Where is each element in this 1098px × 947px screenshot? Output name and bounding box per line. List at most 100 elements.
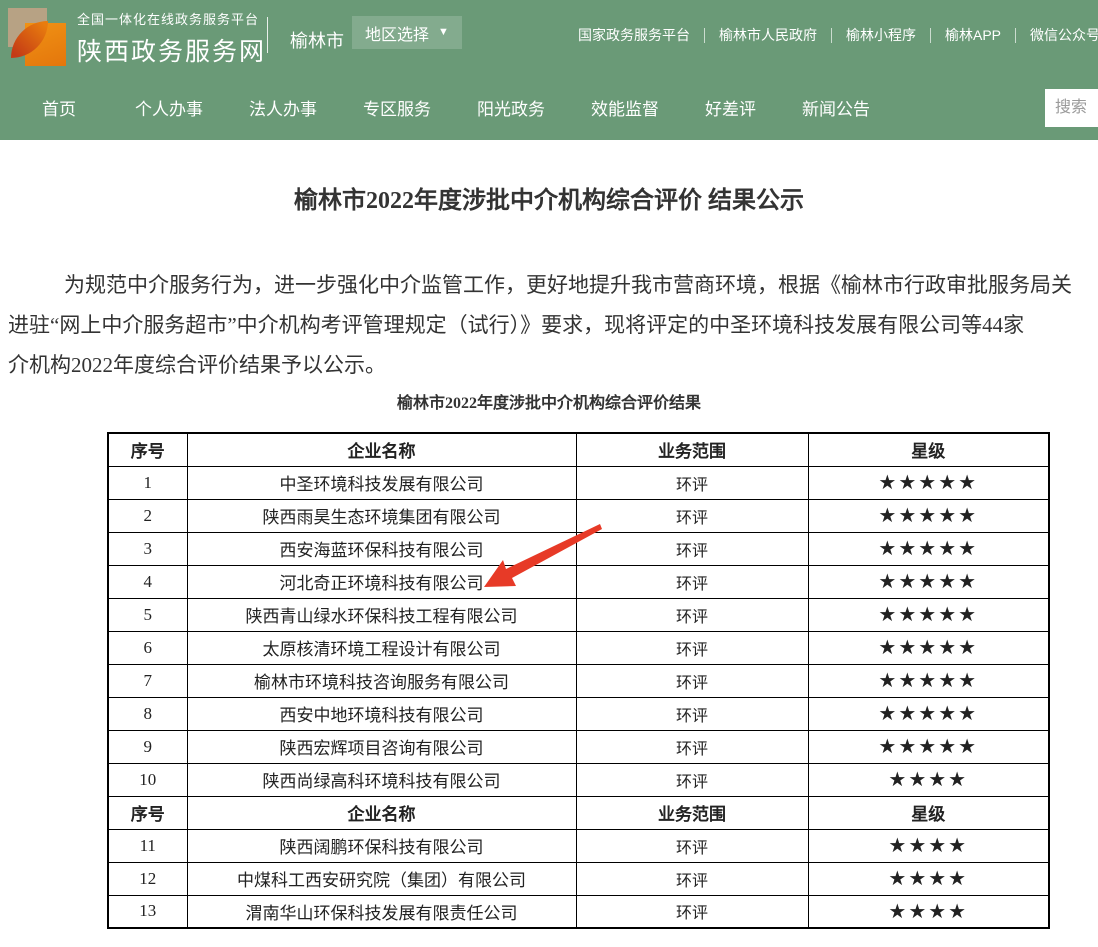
chevron-down-icon: ▼ bbox=[438, 27, 449, 38]
company-name-cell: 陕西青山绿水环保科技工程有限公司 bbox=[187, 598, 576, 631]
business-scope-cell: 环评 bbox=[576, 895, 808, 928]
column-header: 业务范围 bbox=[576, 796, 808, 829]
star-rating-cell: ★★★★★ bbox=[808, 631, 1049, 664]
table-row: 10陕西尚绿高科环境科技有限公司环评★★★★ bbox=[108, 763, 1049, 796]
column-header: 企业名称 bbox=[187, 433, 576, 466]
region-selector-button[interactable]: 地区选择 ▼ bbox=[352, 16, 462, 49]
brand-divider bbox=[267, 17, 268, 53]
star-rating-cell: ★★★★★ bbox=[808, 697, 1049, 730]
company-name-cell: 陕西尚绿高科环境科技有限公司 bbox=[187, 763, 576, 796]
article: 榆林市2022年度涉批中介机构综合评价 结果公示 为规范中介服务行为，进一步强化… bbox=[0, 185, 1098, 929]
row-number-cell: 1 bbox=[108, 466, 187, 499]
business-scope-cell: 环评 bbox=[576, 862, 808, 895]
nav-item[interactable]: 个人办事 bbox=[135, 95, 203, 120]
row-number-cell: 11 bbox=[108, 829, 187, 862]
table-row: 7榆林市环境科技咨询服务有限公司环评★★★★★ bbox=[108, 664, 1049, 697]
nav-item[interactable]: 阳光政务 bbox=[477, 95, 545, 120]
business-scope-cell: 环评 bbox=[576, 763, 808, 796]
star-rating-cell: ★★★★★ bbox=[808, 565, 1049, 598]
top-link[interactable]: 榆林APP bbox=[945, 25, 1001, 45]
site-brand: 全国一体化在线政务服务平台 陕西政务服务网 bbox=[77, 9, 266, 68]
nav-items: 首页 个人办事 法人办事 专区服务 阳光政务 效能监督 好差评 新闻公告 bbox=[42, 95, 870, 120]
star-rating-cell: ★★★★★ bbox=[808, 664, 1049, 697]
current-city-label: 榆林市 bbox=[290, 27, 344, 53]
row-number-cell: 4 bbox=[108, 565, 187, 598]
nav-item[interactable]: 效能监督 bbox=[591, 95, 659, 120]
company-name-cell: 陕西雨昊生态环境集团有限公司 bbox=[187, 499, 576, 532]
business-scope-cell: 环评 bbox=[576, 730, 808, 763]
site-name: 陕西政务服务网 bbox=[77, 32, 266, 68]
company-name-cell: 西安海蓝环保科技有限公司 bbox=[187, 532, 576, 565]
paragraph-line: 为规范中介服务行为，进一步强化中介监管工作，更好地提升我市营商环境，根据《榆林市… bbox=[0, 265, 1098, 305]
nav-item[interactable]: 法人办事 bbox=[249, 95, 317, 120]
region-selector-label: 地区选择 bbox=[365, 21, 429, 45]
row-number-cell: 12 bbox=[108, 862, 187, 895]
table-caption: 榆林市2022年度涉批中介机构综合评价结果 bbox=[0, 393, 1098, 415]
nav-item[interactable]: 专区服务 bbox=[363, 95, 431, 120]
top-link[interactable]: 微信公众号 bbox=[1030, 25, 1098, 45]
row-number-cell: 7 bbox=[108, 664, 187, 697]
nav-item[interactable]: 首页 bbox=[42, 95, 76, 120]
business-scope-cell: 环评 bbox=[576, 598, 808, 631]
paragraph-line: 进驻“网上中介服务超市”中介机构考评管理规定（试行）》要求，现将评定的中圣环境科… bbox=[0, 305, 1098, 345]
business-scope-cell: 环评 bbox=[576, 499, 808, 532]
business-scope-cell: 环评 bbox=[576, 829, 808, 862]
nav-item[interactable]: 新闻公告 bbox=[802, 95, 870, 120]
column-header: 序号 bbox=[108, 433, 187, 466]
business-scope-cell: 环评 bbox=[576, 466, 808, 499]
business-scope-cell: 环评 bbox=[576, 532, 808, 565]
company-name-cell: 太原核清环境工程设计有限公司 bbox=[187, 631, 576, 664]
company-name-cell: 陕西宏辉项目咨询有限公司 bbox=[187, 730, 576, 763]
page: { "colors": { "accent_green": "#6a9a77",… bbox=[0, 0, 1098, 947]
top-link[interactable]: 国家政务服务平台 bbox=[578, 25, 690, 45]
company-name-cell: 渭南华山环保科技发展有限责任公司 bbox=[187, 895, 576, 928]
nav-item[interactable]: 好差评 bbox=[705, 95, 756, 120]
table-row: 8西安中地环境科技有限公司环评★★★★★ bbox=[108, 697, 1049, 730]
company-name-cell: 榆林市环境科技咨询服务有限公司 bbox=[187, 664, 576, 697]
top-link-divider bbox=[930, 28, 931, 43]
top-link[interactable]: 榆林小程序 bbox=[846, 25, 916, 45]
row-number-cell: 3 bbox=[108, 532, 187, 565]
top-link[interactable]: 榆林市人民政府 bbox=[719, 25, 817, 45]
row-number-cell: 9 bbox=[108, 730, 187, 763]
company-name-cell: 河北奇正环境科技有限公司 bbox=[187, 565, 576, 598]
row-number-cell: 13 bbox=[108, 895, 187, 928]
table-row: 6太原核清环境工程设计有限公司环评★★★★★ bbox=[108, 631, 1049, 664]
company-name-cell: 中煤科工西安研究院（集团）有限公司 bbox=[187, 862, 576, 895]
column-header: 星级 bbox=[808, 796, 1049, 829]
company-name-cell: 陕西阔鹏环保科技有限公司 bbox=[187, 829, 576, 862]
column-header: 企业名称 bbox=[187, 796, 576, 829]
star-rating-cell: ★★★★ bbox=[808, 862, 1049, 895]
table-row: 4河北奇正环境科技有限公司环评★★★★★ bbox=[108, 565, 1049, 598]
table-row: 11陕西阔鹏环保科技有限公司环评★★★★ bbox=[108, 829, 1049, 862]
table-row: 9陕西宏辉项目咨询有限公司环评★★★★★ bbox=[108, 730, 1049, 763]
top-link-divider bbox=[1015, 28, 1016, 43]
top-link-divider bbox=[831, 28, 832, 43]
search-input[interactable] bbox=[1045, 89, 1098, 127]
row-number-cell: 6 bbox=[108, 631, 187, 664]
top-link-divider bbox=[704, 28, 705, 43]
star-rating-cell: ★★★★★ bbox=[808, 466, 1049, 499]
star-rating-cell: ★★★★★ bbox=[808, 532, 1049, 565]
row-number-cell: 5 bbox=[108, 598, 187, 631]
company-name-cell: 西安中地环境科技有限公司 bbox=[187, 697, 576, 730]
top-links: 国家政务服务平台 榆林市人民政府 榆林小程序 榆林APP 微信公众号 bbox=[578, 25, 1098, 45]
page-title: 榆林市2022年度涉批中介机构综合评价 结果公示 bbox=[0, 185, 1098, 217]
row-number-cell: 8 bbox=[108, 697, 187, 730]
evaluation-table: 序号企业名称业务范围星级1中圣环境科技发展有限公司环评★★★★★2陕西雨昊生态环… bbox=[107, 432, 1050, 929]
business-scope-cell: 环评 bbox=[576, 631, 808, 664]
star-rating-cell: ★★★★★ bbox=[808, 598, 1049, 631]
star-rating-cell: ★★★★ bbox=[808, 829, 1049, 862]
paragraph-line: 介机构2022年度综合评价结果予以公示。 bbox=[0, 345, 1098, 385]
table-row: 12中煤科工西安研究院（集团）有限公司环评★★★★ bbox=[108, 862, 1049, 895]
business-scope-cell: 环评 bbox=[576, 697, 808, 730]
table-row: 13渭南华山环保科技发展有限责任公司环评★★★★ bbox=[108, 895, 1049, 928]
table-header-row: 序号企业名称业务范围星级 bbox=[108, 796, 1049, 829]
site-logo[interactable] bbox=[8, 8, 66, 66]
star-rating-cell: ★★★★★ bbox=[808, 499, 1049, 532]
table-header-row: 序号企业名称业务范围星级 bbox=[108, 433, 1049, 466]
company-name-cell: 中圣环境科技发展有限公司 bbox=[187, 466, 576, 499]
table-row: 1中圣环境科技发展有限公司环评★★★★★ bbox=[108, 466, 1049, 499]
main-nav: 首页 个人办事 法人办事 专区服务 阳光政务 效能监督 好差评 新闻公告 bbox=[0, 75, 1098, 140]
table-row: 5陕西青山绿水环保科技工程有限公司环评★★★★★ bbox=[108, 598, 1049, 631]
